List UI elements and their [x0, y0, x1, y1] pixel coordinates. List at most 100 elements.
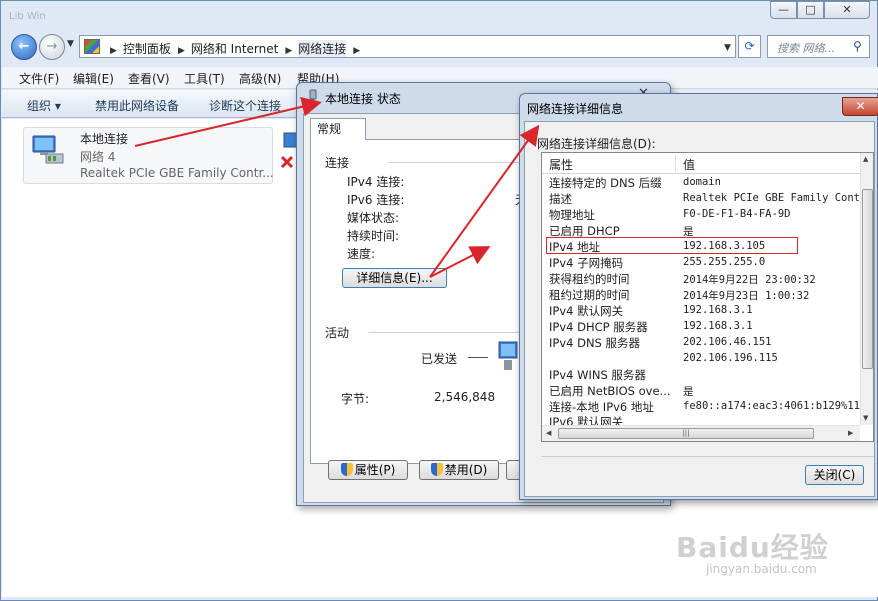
disable-button-label: 禁用(D) — [444, 463, 488, 477]
scroll-up-icon[interactable]: ▲ — [863, 155, 868, 163]
forward-arrow-icon[interactable]: → — [39, 34, 65, 60]
properties-button-label: 属性(P) — [354, 463, 396, 477]
list-item[interactable]: IPv4 WINS 服务器 — [542, 366, 860, 382]
menu-file[interactable]: 文件(F) — [19, 70, 59, 87]
sent-label: 已发送 — [421, 352, 458, 366]
breadcrumb-chevron-icon[interactable]: ▶ — [353, 46, 360, 56]
property-name: 描述 — [549, 192, 572, 206]
scroll-left-icon[interactable]: ◀ — [546, 429, 551, 437]
refresh-icon[interactable]: ⟳ — [738, 35, 761, 58]
properties-button[interactable]: 属性(P) — [328, 460, 408, 480]
vertical-scroll-thumb[interactable] — [862, 189, 873, 369]
tab-general[interactable]: 常规 — [310, 118, 366, 140]
list-item[interactable]: IPv4 DNS 服务器 202.106.46.151 — [542, 334, 860, 350]
list-item[interactable]: 已启用 NetBIOS ove... 是 — [542, 382, 860, 398]
activity-section-heading: 活动 — [325, 326, 350, 340]
disable-button[interactable]: 禁用(D) — [419, 460, 499, 480]
column-divider[interactable] — [675, 155, 676, 172]
property-name: 连接-本地 IPv6 地址 — [549, 400, 654, 414]
list-item[interactable]: 202.106.196.115 — [542, 350, 860, 366]
ipv4-connectivity-label: IPv4 连接: — [347, 175, 405, 189]
breadcrumb-network-internet[interactable]: 网络和 Internet — [191, 40, 278, 57]
breadcrumb-root-chevron-icon[interactable]: ▶ — [110, 46, 117, 56]
details-button[interactable]: 详细信息(E)... — [342, 268, 447, 288]
search-icon[interactable]: ⚲ — [853, 39, 862, 53]
details-listview[interactable]: 属性 值 连接特定的 DNS 后缀 domain 描述 Realtek PCIe G… — [541, 152, 874, 442]
property-value: Realtek PCIe GBE Family Contro — [683, 192, 860, 204]
horizontal-scroll-thumb[interactable]: ||| — [558, 428, 814, 439]
connection-network: 网络 4 — [80, 150, 116, 164]
property-value: 192.168.3.105 — [683, 240, 766, 252]
menu-tools[interactable]: 工具(T) — [184, 70, 225, 87]
window-title: Lib Win — [9, 11, 46, 22]
disable-device-button[interactable]: 禁用此网络设备 — [95, 97, 179, 114]
property-name: 已启用 DHCP — [549, 224, 620, 238]
breadcrumb: ▶ 控制面板 ▶ 网络和 Internet ▶ 网络连接 ▶ — [106, 40, 366, 57]
property-value: 192.168.3.1 — [683, 304, 753, 316]
list-item-physical-address[interactable]: 物理地址 F0-DE-F1-B4-FA-9D — [542, 206, 860, 222]
baidu-watermark-logo: Baidu经验 — [676, 531, 829, 564]
list-item[interactable]: IPv4 子网掩码 255.255.255.0 — [542, 254, 860, 270]
organize-button[interactable]: 组织 ▾ — [27, 97, 61, 114]
property-name: 物理地址 — [549, 208, 595, 222]
breadcrumb-network-connections[interactable]: 网络连接 — [298, 40, 347, 57]
list-item[interactable]: IPv4 DHCP 服务器 192.168.3.1 — [542, 318, 860, 334]
details-list-label: 网络连接详细信息(D): — [537, 137, 656, 151]
vertical-scrollbar[interactable]: ▲ ▼ — [860, 153, 873, 425]
recent-pages-dropdown-icon[interactable]: ▼ — [67, 39, 74, 49]
property-name: IPv4 默认网关 — [549, 304, 624, 318]
scroll-down-icon[interactable]: ▼ — [863, 414, 868, 422]
connection-tile[interactable]: 本地连接 网络 4 Realtek PCIe GBE Family Contr.… — [23, 127, 274, 184]
column-value[interactable]: 值 — [683, 156, 695, 173]
list-item[interactable]: 描述 Realtek PCIe GBE Family Contro — [542, 190, 860, 206]
details-close-icon[interactable]: ✕ — [842, 97, 878, 116]
property-value: 202.106.196.115 — [683, 352, 778, 364]
bytes-sent-value: 2,546,848 — [434, 390, 496, 404]
property-value: 255.255.255.0 — [683, 256, 766, 268]
minimize-button[interactable]: — — [770, 1, 797, 19]
activity-computer-icon — [498, 341, 518, 370]
property-value: 是 — [683, 226, 694, 238]
address-bar[interactable]: ▶ 控制面板 ▶ 网络和 Internet ▶ 网络连接 ▶ ▼ — [79, 35, 736, 58]
horizontal-scrollbar[interactable]: ◀ ||| ▶ — [542, 425, 860, 441]
details-close-button[interactable]: 关闭(C) — [805, 465, 864, 485]
close-window-button[interactable]: ✕ — [824, 1, 870, 19]
property-name: IPv4 地址 — [549, 240, 601, 254]
property-value: 2014年9月23日 1:00:32 — [683, 290, 810, 302]
network-adapter-icon — [32, 135, 64, 164]
column-property[interactable]: 属性 — [549, 156, 573, 173]
control-panel-icon — [84, 39, 100, 54]
list-item[interactable]: 已启用 DHCP 是 — [542, 222, 860, 238]
speed-label: 速度: — [347, 247, 376, 261]
scroll-right-icon[interactable]: ▶ — [848, 429, 853, 437]
diagnose-connection-button[interactable]: 诊断这个连接 — [209, 97, 281, 114]
breadcrumb-chevron-icon[interactable]: ▶ — [285, 46, 292, 56]
property-value: 是 — [683, 386, 694, 398]
ipv6-connectivity-label: IPv6 连接: — [347, 193, 405, 207]
address-dropdown-icon[interactable]: ▼ — [724, 43, 731, 53]
property-name: IPv4 子网掩码 — [549, 256, 624, 270]
menu-view[interactable]: 查看(V) — [128, 70, 170, 87]
property-name: IPv4 DNS 服务器 — [549, 336, 641, 350]
back-arrow-icon[interactable]: ← — [11, 34, 37, 60]
property-value: 2014年9月22日 23:00:32 — [683, 274, 816, 286]
breadcrumb-control-panel[interactable]: 控制面板 — [123, 40, 171, 57]
bytes-label: 字节: — [341, 392, 370, 406]
property-value: fe80::a174:eac3:4061:b129%11 — [683, 400, 860, 412]
sent-dash — [468, 357, 488, 358]
list-item[interactable]: 连接-本地 IPv6 地址 fe80::a174:eac3:4061:b129%1… — [542, 398, 860, 414]
menu-advanced[interactable]: 高级(N) — [239, 70, 281, 87]
maximize-button[interactable]: □ — [797, 1, 824, 19]
property-name: 已启用 NetBIOS ove... — [549, 384, 671, 398]
list-item[interactable]: 租约过期的时间 2014年9月23日 1:00:32 — [542, 286, 860, 302]
navigation-bar: ← → ▼ ▶ 控制面板 ▶ 网络和 Internet ▶ 网络连接 ▶ ▼ ⟳ 搜索 网络… — [1, 31, 878, 65]
breadcrumb-chevron-icon[interactable]: ▶ — [178, 46, 185, 56]
list-item[interactable]: IPv4 默认网关 192.168.3.1 — [542, 302, 860, 318]
menu-edit[interactable]: 编辑(E) — [73, 70, 114, 87]
search-placeholder: 搜索 网络... — [777, 42, 835, 55]
list-item[interactable]: 连接特定的 DNS 后缀 domain — [542, 174, 860, 190]
property-name: IPv4 WINS 服务器 — [549, 368, 646, 382]
search-input[interactable]: 搜索 网络... ⚲ — [767, 35, 870, 58]
list-item[interactable]: 获得租约的时间 2014年9月22日 23:00:32 — [542, 270, 860, 286]
list-item[interactable]: IPv4 地址 192.168.3.105 — [542, 238, 860, 254]
